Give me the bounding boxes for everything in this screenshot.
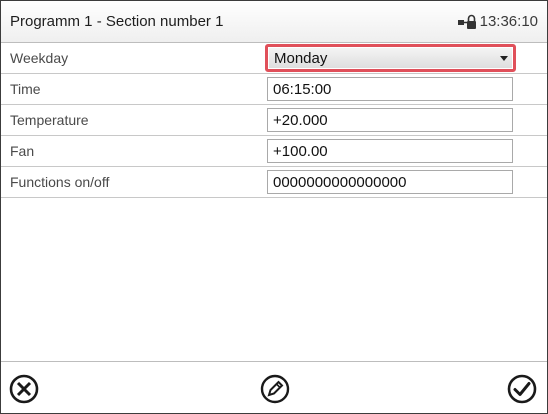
edit-icon[interactable] [258, 372, 292, 406]
temperature-label: Temperature [10, 112, 89, 128]
title-bar: Programm 1 - Section number 1 13:36:10 [1, 1, 547, 43]
functions-field[interactable]: 0000000000000000 [267, 170, 513, 194]
row-fan: Fan +100.00 [1, 136, 547, 167]
page-title: Programm 1 - Section number 1 [10, 13, 224, 30]
temperature-field[interactable]: +20.000 [267, 108, 513, 132]
time-label: Time [10, 81, 41, 97]
functions-label: Functions on/off [10, 174, 110, 190]
fan-label: Fan [10, 143, 35, 159]
weekday-label: Weekday [10, 50, 69, 66]
chevron-down-icon[interactable] [500, 56, 508, 61]
bottom-bar [1, 361, 547, 413]
weekday-select-box[interactable]: Monday [269, 48, 512, 68]
time-field[interactable]: 06:15:00 [267, 77, 513, 101]
cancel-icon[interactable] [7, 372, 41, 406]
clock-time: 13:36:10 [479, 13, 538, 30]
weekday-select[interactable]: Monday [265, 44, 516, 72]
lock-network-icon [457, 14, 476, 29]
weekday-value: Monday [274, 50, 328, 67]
confirm-icon[interactable] [505, 372, 539, 406]
screen: Programm 1 - Section number 1 13:36:10 W… [0, 0, 548, 414]
row-time: Time 06:15:00 [1, 74, 547, 105]
row-functions: Functions on/off 0000000000000000 [1, 167, 547, 198]
row-weekday: Weekday Monday [1, 43, 547, 74]
status-area: 13:36:10 [457, 13, 538, 30]
fan-field[interactable]: +100.00 [267, 139, 513, 163]
row-temperature: Temperature +20.000 [1, 105, 547, 136]
